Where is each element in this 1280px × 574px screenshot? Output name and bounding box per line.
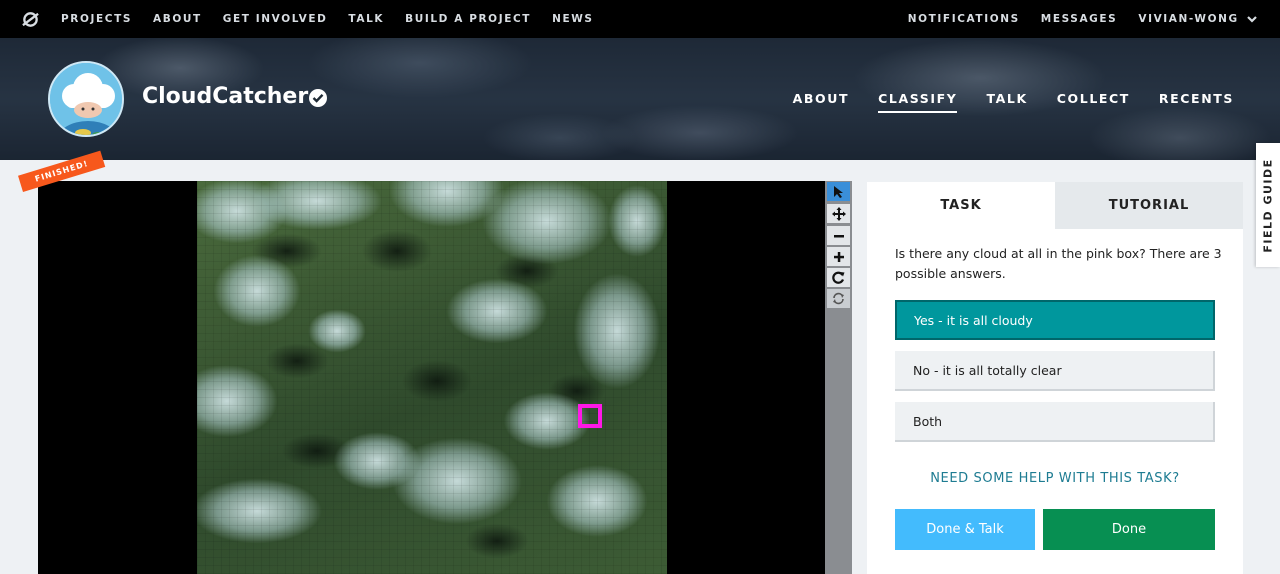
project-nav-about[interactable]: ABOUT <box>793 91 850 113</box>
rotate-icon <box>832 271 845 284</box>
rotate-button[interactable] <box>827 268 850 287</box>
zoom-out-button[interactable] <box>827 226 850 245</box>
top-navigation-bar: PROJECTS ABOUT GET INVOLVED TALK BUILD A… <box>0 0 1280 38</box>
nav-projects[interactable]: PROJECTS <box>61 13 132 25</box>
nav-about[interactable]: ABOUT <box>153 13 202 25</box>
task-tabs: TASK TUTORIAL <box>867 182 1243 229</box>
zooniverse-logo-icon[interactable] <box>21 10 40 29</box>
nav-news[interactable]: NEWS <box>552 13 594 25</box>
verified-badge-icon <box>309 89 327 107</box>
main-nav-links: PROJECTS ABOUT GET INVOLVED TALK BUILD A… <box>61 0 615 38</box>
chevron-down-icon <box>1247 16 1257 23</box>
nav-talk[interactable]: TALK <box>348 13 384 25</box>
project-nav-recents[interactable]: RECENTS <box>1159 91 1234 113</box>
field-guide-label: FIELD GUIDE <box>1261 157 1275 253</box>
user-nav-links: NOTIFICATIONS MESSAGES VIVIAN-WONG <box>887 0 1258 38</box>
tab-task[interactable]: TASK <box>867 182 1055 229</box>
zoom-in-icon <box>833 251 844 262</box>
nav-build-a-project[interactable]: BUILD A PROJECT <box>405 13 531 25</box>
user-name: VIVIAN-WONG <box>1138 13 1239 25</box>
task-question: Is there any cloud at all in the pink bo… <box>895 246 1222 281</box>
project-nav-classify[interactable]: CLASSIFY <box>878 91 958 113</box>
answer-both[interactable]: Both <box>895 402 1215 442</box>
answer-no-all-clear[interactable]: No - it is all totally clear <box>895 351 1215 391</box>
nav-get-involved[interactable]: GET INVOLVED <box>223 13 328 25</box>
viewer-toolbar <box>825 181 852 574</box>
pan-icon <box>831 206 846 221</box>
pointer-icon <box>833 185 843 198</box>
nav-messages[interactable]: MESSAGES <box>1041 13 1118 25</box>
project-nav: ABOUT CLASSIFY TALK COLLECT RECENTS <box>764 91 1234 113</box>
answer-label: Both <box>913 413 943 429</box>
task-help-link[interactable]: NEED SOME HELP WITH THIS TASK? <box>867 471 1243 486</box>
satellite-image[interactable] <box>197 181 667 574</box>
tab-tutorial[interactable]: TUTORIAL <box>1055 182 1243 229</box>
zoom-in-button[interactable] <box>827 247 850 266</box>
project-nav-talk[interactable]: TALK <box>986 91 1027 113</box>
answer-label: No - it is all totally clear <box>913 362 1062 378</box>
done-button[interactable]: Done <box>1043 509 1215 550</box>
project-title[interactable]: CloudCatcher <box>142 84 308 109</box>
pixel-grid-overlay <box>197 181 667 574</box>
subject-viewer[interactable] <box>38 181 825 574</box>
cloud-avatar-icon <box>50 63 122 135</box>
task-panel: TASK TUTORIAL Is there any cloud at all … <box>867 182 1243 574</box>
answer-yes-all-cloudy[interactable]: Yes - it is all cloudy <box>895 300 1215 340</box>
nav-notifications[interactable]: NOTIFICATIONS <box>908 13 1020 25</box>
reset-button[interactable] <box>827 289 850 308</box>
reset-icon <box>833 292 844 305</box>
user-menu[interactable]: VIVIAN-WONG <box>1138 13 1258 25</box>
done-and-talk-button[interactable]: Done & Talk <box>895 509 1035 550</box>
zoom-out-icon <box>833 234 844 237</box>
project-nav-collect[interactable]: COLLECT <box>1057 91 1130 113</box>
pointer-tool-button[interactable] <box>827 182 850 201</box>
answer-label: Yes - it is all cloudy <box>914 312 1033 328</box>
project-header: CloudCatcher ABOUT CLASSIFY TALK COLLECT… <box>0 38 1280 160</box>
project-avatar[interactable] <box>48 61 124 137</box>
pan-tool-button[interactable] <box>827 204 850 223</box>
field-guide-tab[interactable]: FIELD GUIDE <box>1256 143 1280 267</box>
pink-box-marker <box>578 404 602 428</box>
